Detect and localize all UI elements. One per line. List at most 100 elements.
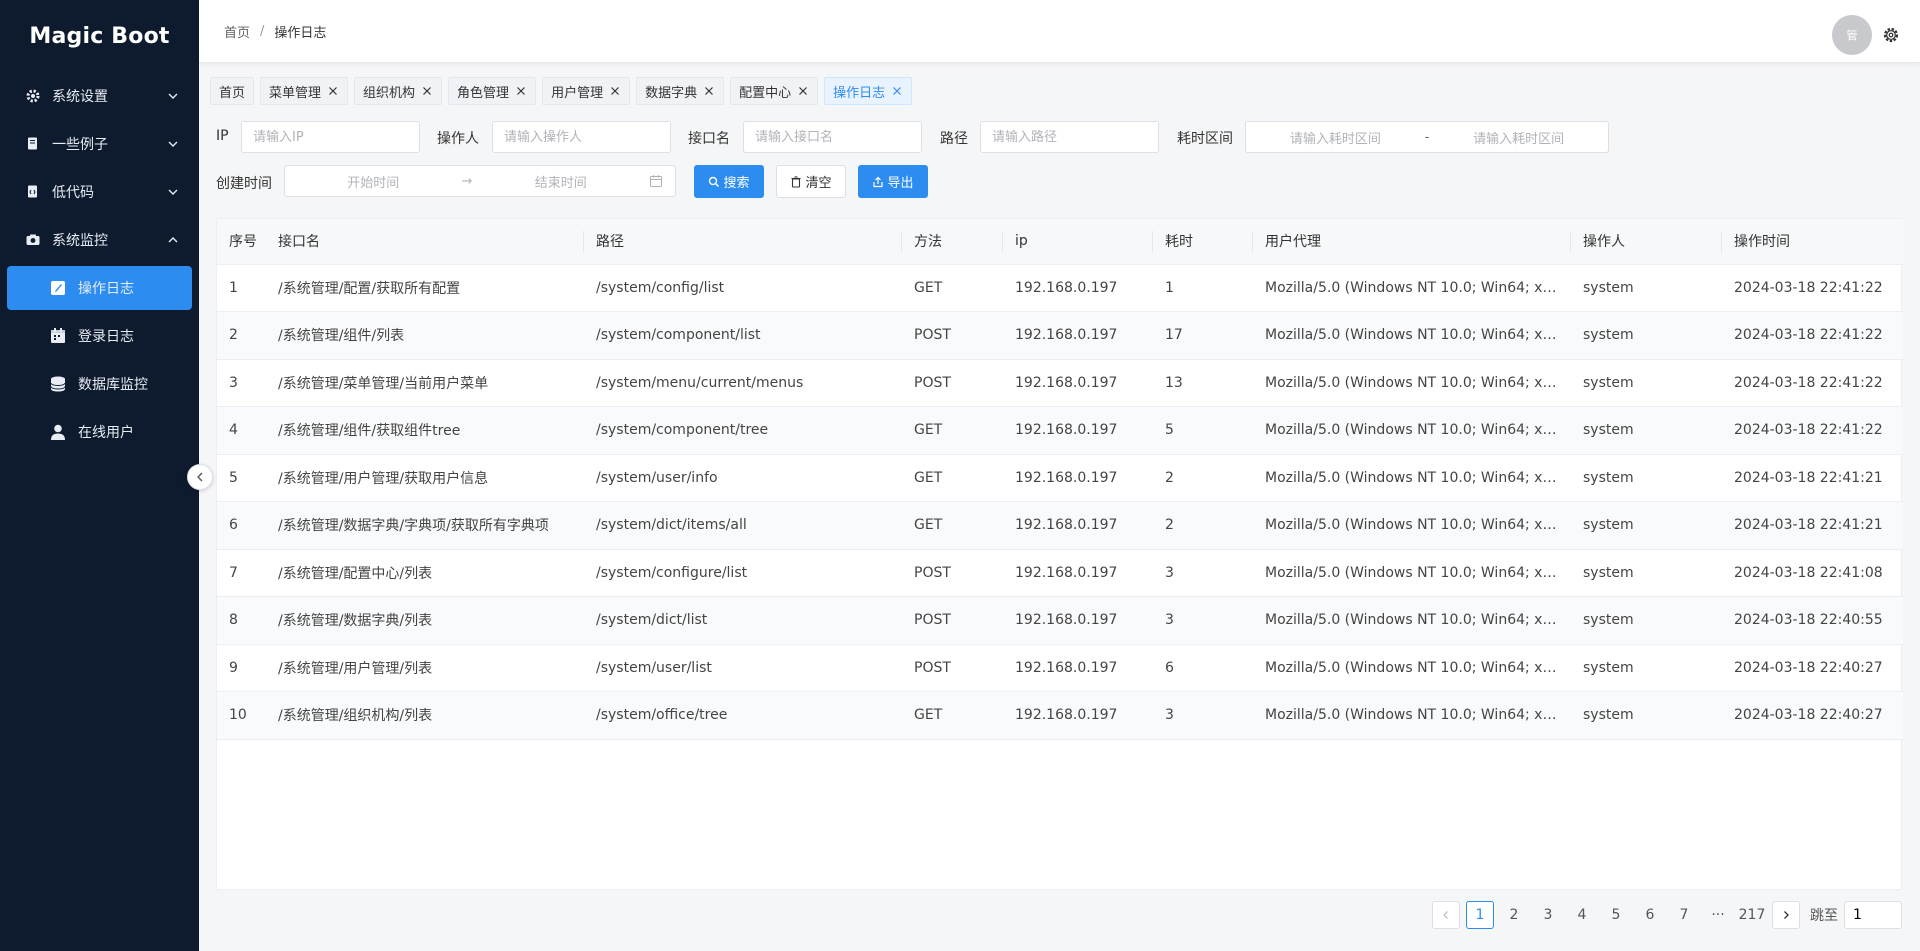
- cell-operator: system: [1571, 454, 1722, 502]
- close-icon[interactable]: [703, 85, 715, 97]
- tab-config-center[interactable]: 配置中心: [730, 77, 819, 105]
- cell-index: 5: [217, 454, 266, 502]
- sidebar-item-low-code[interactable]: 低代码: [0, 168, 199, 216]
- cell-api-name: /系统管理/用户管理/获取用户信息: [266, 454, 584, 502]
- api-name-label: 接口名: [688, 131, 730, 147]
- column-header-operator[interactable]: 操作人: [1571, 219, 1722, 265]
- column-header-user-agent[interactable]: 用户代理: [1253, 219, 1571, 265]
- cell-path: /system/dict/items/all: [584, 501, 902, 550]
- column-header-operation-time[interactable]: 操作时间: [1722, 219, 1903, 265]
- jump-page-input[interactable]: [1844, 901, 1902, 929]
- prev-page-button[interactable]: [1432, 901, 1460, 929]
- clear-button[interactable]: 清空: [776, 165, 846, 198]
- table-row[interactable]: 6/系统管理/数据字典/字典项/获取所有字典项/system/dict/item…: [217, 501, 1903, 550]
- start-time-input[interactable]: 开始时间: [285, 172, 462, 191]
- cell-user-agent: Mozilla/5.0 (Windows NT 10.0; Win64; x64…: [1253, 644, 1571, 692]
- sidebar-subitem-database-monitor[interactable]: 数据库监控: [0, 360, 199, 408]
- close-icon[interactable]: [327, 85, 339, 97]
- path-input[interactable]: [980, 121, 1159, 153]
- end-time-input[interactable]: 结束时间: [472, 172, 649, 191]
- page-number-2[interactable]: 2: [1500, 901, 1528, 929]
- pagination: 1 2 3 4 5 6 7 ··· 217 跳至: [1432, 901, 1902, 929]
- tab-organization[interactable]: 组织机构: [354, 77, 443, 105]
- close-icon[interactable]: [421, 85, 433, 97]
- close-icon[interactable]: [797, 85, 809, 97]
- cell-cost: 2: [1153, 501, 1253, 550]
- cell-api-name: /系统管理/组织机构/列表: [266, 691, 584, 740]
- page-number-6[interactable]: 6: [1636, 901, 1664, 929]
- cost-to-input[interactable]: 请输入耗时区间: [1429, 128, 1608, 147]
- page-number-1[interactable]: 1: [1466, 901, 1494, 929]
- column-header-index[interactable]: 序号: [217, 219, 266, 265]
- sidebar-collapse-button[interactable]: [187, 464, 213, 490]
- ip-input[interactable]: [241, 121, 420, 153]
- column-header-api-name[interactable]: 接口名: [266, 219, 584, 265]
- tab-menu-management[interactable]: 菜单管理: [260, 77, 349, 105]
- cell-path: /system/component/tree: [584, 406, 902, 455]
- next-page-button[interactable]: [1772, 901, 1800, 929]
- cell-api-name: /系统管理/数据字典/列表: [266, 596, 584, 645]
- column-header-ip[interactable]: ip: [1003, 219, 1153, 265]
- avatar[interactable]: 管: [1832, 15, 1872, 55]
- operator-input[interactable]: [492, 121, 671, 153]
- tab-operation-log[interactable]: 操作日志: [824, 77, 913, 105]
- sidebar-subitem-online-users[interactable]: 在线用户: [0, 408, 199, 456]
- breadcrumb-home[interactable]: 首页: [224, 22, 250, 41]
- tab-label: 用户管理: [551, 85, 604, 101]
- page-number-4[interactable]: 4: [1568, 901, 1596, 929]
- cell-api-name: /系统管理/用户管理/列表: [266, 644, 584, 692]
- code-file-icon: [24, 183, 42, 201]
- table-row[interactable]: 1/系统管理/配置/获取所有配置/system/config/list GET 19…: [217, 264, 1903, 312]
- range-arrow-icon: →: [461, 173, 473, 189]
- table-row[interactable]: 8/系统管理/数据字典/列表/system/dict/list POST 192.1…: [217, 596, 1903, 645]
- trash-icon: [790, 175, 802, 188]
- sidebar-item-system-settings[interactable]: 系统设置: [0, 72, 199, 120]
- table-row[interactable]: 9/系统管理/用户管理/列表/system/user/list POST 192.1…: [217, 644, 1903, 692]
- page-number-217[interactable]: 217: [1738, 901, 1766, 929]
- tab-role-management[interactable]: 角色管理: [448, 77, 537, 105]
- tab-data-dictionary[interactable]: 数据字典: [636, 77, 725, 105]
- table-row[interactable]: 5/系统管理/用户管理/获取用户信息/system/user/info GET 19…: [217, 454, 1903, 502]
- export-button[interactable]: 导出: [858, 165, 928, 198]
- table-row[interactable]: 4/系统管理/组件/获取组件tree/system/component/tree…: [217, 406, 1903, 455]
- search-button[interactable]: 搜索: [694, 165, 764, 198]
- app-logo: Magic Boot: [29, 23, 170, 49]
- cell-cost: 13: [1153, 359, 1253, 407]
- tab-label: 角色管理: [457, 85, 510, 101]
- cell-index: 8: [217, 596, 266, 645]
- breadcrumb: 首页 / 操作日志: [224, 22, 326, 41]
- column-header-method[interactable]: 方法: [902, 219, 1003, 265]
- close-icon[interactable]: [515, 85, 527, 97]
- table-row[interactable]: 2/系统管理/组件/列表/system/component/list POST 19…: [217, 311, 1903, 360]
- cell-method: POST: [902, 549, 1003, 597]
- cell-index: 6: [217, 501, 266, 550]
- column-header-cost[interactable]: 耗时: [1153, 219, 1253, 265]
- page-ellipsis[interactable]: ···: [1704, 901, 1732, 929]
- cell-index: 2: [217, 311, 266, 360]
- created-time-range-picker[interactable]: 开始时间 → 结束时间: [284, 165, 676, 197]
- cell-operator: system: [1571, 644, 1722, 692]
- page-number-3[interactable]: 3: [1534, 901, 1562, 929]
- table-row[interactable]: 7/系统管理/配置中心/列表/system/configure/list POST…: [217, 549, 1903, 597]
- table-row[interactable]: 3/系统管理/菜单管理/当前用户菜单/system/menu/current/m…: [217, 359, 1903, 407]
- sidebar-subitem-login-log[interactable]: 登录日志: [0, 312, 199, 360]
- page-number-7[interactable]: 7: [1670, 901, 1698, 929]
- api-name-input[interactable]: [743, 121, 922, 153]
- tab-label: 首页: [219, 85, 246, 101]
- tab-home[interactable]: 首页: [210, 77, 255, 105]
- sidebar-item-examples[interactable]: 一些例子: [0, 120, 199, 168]
- cell-operator: system: [1571, 549, 1722, 597]
- cell-method: GET: [902, 264, 1003, 312]
- sidebar-item-label: 系统监控: [52, 233, 108, 249]
- sidebar-subitem-operation-log[interactable]: 操作日志: [7, 266, 192, 310]
- table-row[interactable]: 10/系统管理/组织机构/列表/system/office/tree GET 192…: [217, 691, 1903, 740]
- close-icon[interactable]: [891, 85, 903, 97]
- tab-user-management[interactable]: 用户管理: [542, 77, 631, 105]
- page-number-5[interactable]: 5: [1602, 901, 1630, 929]
- close-icon[interactable]: [609, 85, 621, 97]
- edit-icon: [48, 278, 68, 298]
- cost-from-input[interactable]: 请输入耗时区间: [1246, 128, 1425, 147]
- settings-gear-icon[interactable]: [1882, 26, 1900, 44]
- column-header-path[interactable]: 路径: [584, 219, 902, 265]
- sidebar-item-system-monitor[interactable]: 系统监控: [0, 216, 199, 264]
